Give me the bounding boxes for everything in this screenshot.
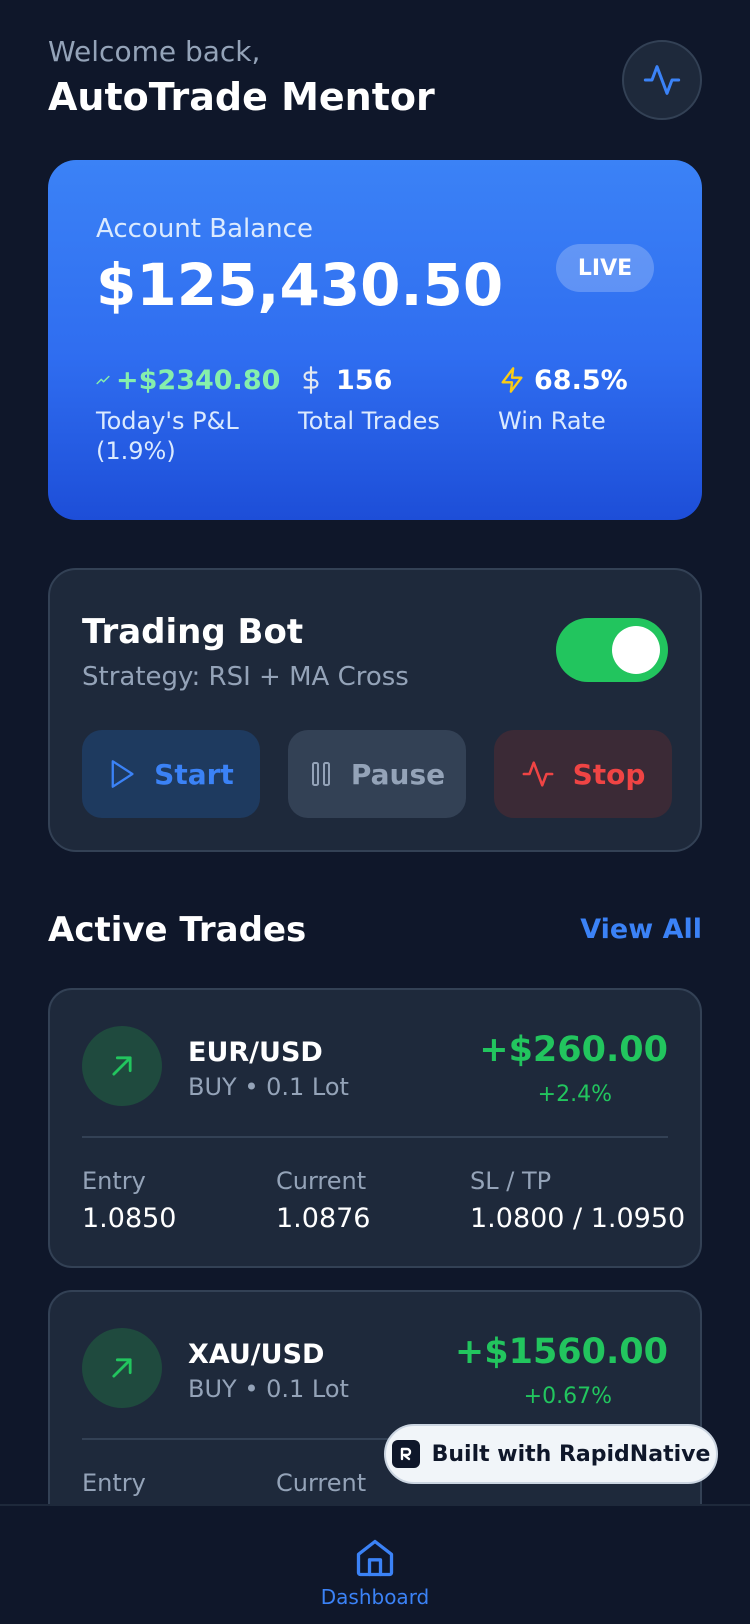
current-column: Current 1.0876: [276, 1166, 370, 1238]
trade-pair: EUR/USD: [188, 1037, 323, 1068]
start-label: Start: [154, 757, 234, 791]
dollar-icon: [303, 366, 319, 394]
trade-meta: BUY • 0.1 Lot: [188, 1375, 349, 1403]
trade-percent: +2.4%: [537, 1082, 612, 1107]
total-trades-value: 156: [336, 364, 393, 396]
balance-card: Account Balance $125,430.50 LIVE +$2340.…: [48, 160, 702, 520]
pnl-label: Today's P&L (1.9%): [96, 407, 239, 465]
tab-bar: Dashboard: [0, 1504, 750, 1624]
activity-icon: [643, 65, 681, 95]
bot-toggle[interactable]: [556, 618, 668, 682]
sltp-column: SL / TP 1.0800 / 1.0950: [470, 1166, 685, 1238]
pause-button[interactable]: Pause: [288, 730, 466, 818]
entry-column: Entry: [82, 1468, 146, 1498]
start-button[interactable]: Start: [82, 730, 260, 818]
page-title: AutoTrade Mentor: [48, 75, 435, 119]
tab-dashboard-label: Dashboard: [320, 1585, 430, 1606]
sltp-label: SL / TP: [470, 1167, 552, 1195]
welcome-text: Welcome back,: [48, 35, 261, 68]
arrow-up-right-icon: [112, 1056, 132, 1076]
divider: [82, 1136, 668, 1138]
trade-pair: XAU/USD: [188, 1339, 325, 1370]
live-badge: LIVE: [556, 244, 654, 292]
play-icon: [111, 760, 134, 788]
trade-profit: +$1560.00: [454, 1332, 668, 1372]
trade-profit: +$260.00: [479, 1030, 668, 1070]
trade-direction: [82, 1026, 162, 1106]
current-column: Current: [276, 1468, 366, 1498]
win-rate-value: 68.5%: [534, 364, 628, 396]
balance-label: Account Balance: [96, 214, 313, 244]
stat-pnl: +$2340.80 Today's P&L (1.9%): [96, 360, 286, 466]
activity-button[interactable]: [622, 40, 702, 120]
current-label: Current: [276, 1167, 367, 1195]
balance-stats: +$2340.80 Today's P&L (1.9%) 156 Total T…: [96, 360, 656, 480]
win-rate-label: Win Rate: [498, 407, 606, 435]
pause-icon: [311, 762, 330, 786]
pause-label: Pause: [350, 757, 446, 791]
trade-percent: +0.67%: [523, 1384, 612, 1409]
bot-actions: Start Pause Stop: [82, 730, 672, 818]
entry-column: Entry 1.0850: [82, 1166, 176, 1238]
entry-label: Entry: [82, 1167, 146, 1195]
pnl-value: +$2340.80: [116, 364, 281, 396]
trade-direction: [82, 1328, 162, 1408]
dashboard-screen: Welcome back, AutoTrade Mentor Account B…: [0, 0, 750, 1624]
home-icon: [356, 1539, 394, 1577]
total-trades-label: Total Trades: [298, 407, 440, 435]
badge-text: Built with RapidNative: [431, 1441, 711, 1467]
view-all-link[interactable]: View All: [580, 906, 702, 954]
toggle-knob: [612, 626, 660, 674]
active-trades-header: Active Trades View All: [48, 906, 702, 954]
header: Welcome back, AutoTrade Mentor: [48, 32, 702, 122]
built-with-badge[interactable]: Built with RapidNative: [384, 1424, 718, 1484]
trading-bot-card: Trading Bot Strategy: RSI + MA Cross Sta…: [48, 568, 702, 852]
current-value: 1.0876: [276, 1203, 371, 1234]
current-label: Current: [276, 1469, 367, 1497]
sltp-value: 1.0800 / 1.0950: [470, 1203, 686, 1234]
lightning-icon: [501, 367, 523, 393]
stat-win-rate: 68.5% Win Rate: [498, 360, 628, 436]
tab-dashboard[interactable]: Dashboard: [321, 1506, 429, 1624]
activity-icon: [522, 761, 554, 787]
stop-button[interactable]: Stop: [494, 730, 672, 818]
trending-up-icon: [96, 375, 110, 385]
stop-label: Stop: [572, 757, 646, 791]
rapidnative-logo-icon: [391, 1440, 420, 1468]
entry-value: 1.0850: [82, 1203, 177, 1234]
entry-label: Entry: [82, 1469, 146, 1497]
stat-total-trades: 156 Total Trades: [298, 360, 440, 436]
trade-card[interactable]: EUR/USD BUY • 0.1 Lot +$260.00 +2.4% Ent…: [48, 988, 702, 1268]
arrow-up-right-icon: [112, 1358, 132, 1378]
trade-meta: BUY • 0.1 Lot: [188, 1073, 349, 1101]
